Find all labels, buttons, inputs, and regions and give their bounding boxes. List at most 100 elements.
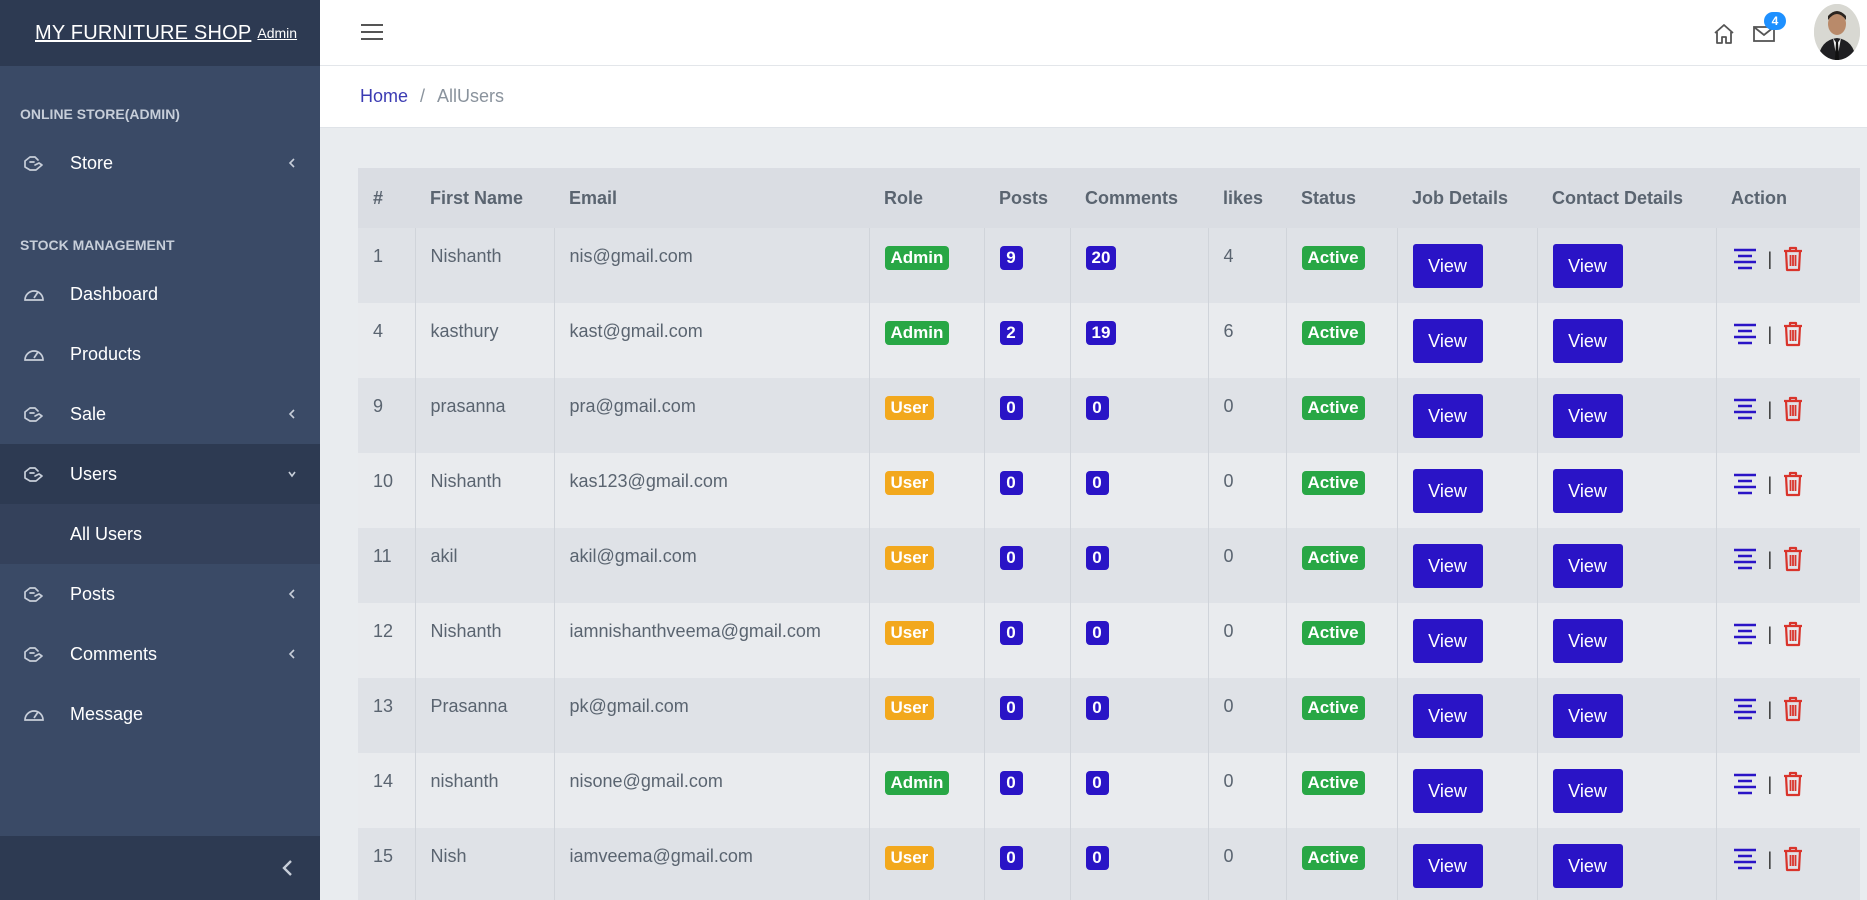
view-contact-details-button[interactable]: View <box>1552 694 1623 738</box>
home-icon[interactable] <box>1712 22 1736 46</box>
cell-action: | <box>1715 453 1860 528</box>
edit-icon[interactable] <box>1732 622 1758 646</box>
trash-icon[interactable] <box>1782 396 1804 422</box>
view-job-details-button[interactable]: View <box>1412 769 1483 813</box>
view-job-details-button[interactable]: View <box>1412 244 1483 288</box>
action-separator: | <box>1767 323 1773 344</box>
trash-icon[interactable] <box>1782 696 1804 722</box>
sidebar-item-products[interactable]: Products <box>0 324 320 384</box>
cell-first-name: Nishanth <box>414 453 554 528</box>
edit-icon[interactable] <box>1732 697 1758 721</box>
menu-icon[interactable] <box>360 22 384 42</box>
cell-email: nisone@gmail.com <box>553 753 869 828</box>
brand-sub[interactable]: Admin <box>257 25 297 41</box>
col-header-likes[interactable]: likes <box>1208 168 1286 228</box>
view-job-details-button[interactable]: View <box>1412 844 1483 888</box>
edit-icon[interactable] <box>1732 322 1758 346</box>
chevron-left-icon[interactable] <box>278 856 298 880</box>
col-header-comments[interactable]: Comments <box>1070 168 1208 228</box>
cell-posts: 0 <box>983 753 1070 828</box>
cell-role: User <box>868 453 984 528</box>
view-contact-details-button[interactable]: View <box>1552 469 1623 513</box>
breadcrumb-current: AllUsers <box>437 86 505 106</box>
trash-icon[interactable] <box>1782 771 1804 797</box>
comments-count-badge: 0 <box>1085 546 1109 570</box>
sidebar-subitem-all-users[interactable]: All Users <box>0 504 320 564</box>
sidebar-item-posts[interactable]: Posts <box>0 564 320 624</box>
view-job-details-button[interactable]: View <box>1412 319 1483 363</box>
sidebar: MY FURNITURE SHOP Admin ONLINE STORE(ADM… <box>0 0 320 900</box>
table-row: 12 Nishanth iamnishanthveema@gmail.com U… <box>358 603 1860 678</box>
col-header-role[interactable]: Role <box>869 168 984 228</box>
comments-count-badge: 19 <box>1085 321 1117 345</box>
sidebar-item-message[interactable]: Message <box>0 684 320 744</box>
status-badge: Active <box>1301 546 1365 570</box>
trash-icon[interactable] <box>1782 621 1804 647</box>
table-row: 15 Nish iamveema@gmail.com User 0 0 0 Ac… <box>358 828 1860 900</box>
view-job-details-button[interactable]: View <box>1412 544 1483 588</box>
hand-icon <box>24 587 43 602</box>
col-header-action[interactable]: Action <box>1716 168 1860 228</box>
sidebar-item-label: Sale <box>70 403 107 424</box>
col-header-email[interactable]: Email <box>554 168 869 228</box>
cell-action: | <box>1715 603 1860 678</box>
trash-icon[interactable] <box>1782 246 1804 272</box>
cell-comments: 0 <box>1069 453 1208 528</box>
view-job-details-button[interactable]: View <box>1412 394 1483 438</box>
cell-job-details: View <box>1396 378 1537 453</box>
edit-icon[interactable] <box>1732 247 1758 271</box>
table-row: 9 prasanna pra@gmail.com User 0 0 0 Acti… <box>358 378 1860 453</box>
edit-icon[interactable] <box>1732 397 1758 421</box>
cell-likes: 6 <box>1207 303 1286 378</box>
gauge-icon <box>24 710 44 721</box>
col-header-status[interactable]: Status <box>1286 168 1397 228</box>
chevron-left-icon <box>288 589 295 599</box>
view-contact-details-button[interactable]: View <box>1552 769 1623 813</box>
action-group: | <box>1732 696 1861 722</box>
sidebar-item-dashboard[interactable]: Dashboard <box>0 264 320 324</box>
sidebar-item-store[interactable]: Store <box>0 133 320 193</box>
avatar[interactable] <box>1814 4 1860 60</box>
col-header-first-name[interactable]: First Name <box>415 168 554 228</box>
view-job-details-button[interactable]: View <box>1412 469 1483 513</box>
view-contact-details-button[interactable]: View <box>1552 244 1623 288</box>
col-header-posts[interactable]: Posts <box>984 168 1070 228</box>
trash-icon[interactable] <box>1782 846 1804 872</box>
view-contact-details-button[interactable]: View <box>1552 619 1623 663</box>
cell-contact-details: View <box>1536 678 1716 753</box>
col-header-job-details[interactable]: Job Details <box>1397 168 1537 228</box>
status-badge: Active <box>1301 771 1365 795</box>
edit-icon[interactable] <box>1732 547 1758 571</box>
view-contact-details-button[interactable]: View <box>1552 544 1623 588</box>
trash-icon[interactable] <box>1782 546 1804 572</box>
col-header-id[interactable]: # <box>358 168 415 228</box>
view-contact-details-button[interactable]: View <box>1552 319 1623 363</box>
view-job-details-button[interactable]: View <box>1412 694 1483 738</box>
col-header-contact-details[interactable]: Contact Details <box>1537 168 1716 228</box>
cell-email: akil@gmail.com <box>553 528 869 603</box>
edit-icon[interactable] <box>1732 847 1758 871</box>
action-separator: | <box>1767 773 1773 794</box>
users-table: # First Name Email Role Posts Comments l… <box>358 168 1860 900</box>
breadcrumb-home[interactable]: Home <box>360 86 408 107</box>
posts-count-badge: 2 <box>999 321 1023 345</box>
action-group: | <box>1732 846 1861 872</box>
view-contact-details-button[interactable]: View <box>1552 844 1623 888</box>
sidebar-item-comments[interactable]: Comments <box>0 624 320 684</box>
cell-email: iamnishanthveema@gmail.com <box>553 603 869 678</box>
cell-first-name: nishanth <box>414 753 554 828</box>
view-contact-details-button[interactable]: View <box>1552 394 1623 438</box>
brand-name[interactable]: MY FURNITURE SHOP <box>35 22 251 45</box>
sidebar-item-users[interactable]: Users <box>0 444 320 504</box>
sidebar-item-label: Users <box>70 463 118 484</box>
view-job-details-button[interactable]: View <box>1412 619 1483 663</box>
role-badge: User <box>884 396 935 420</box>
cell-contact-details: View <box>1536 753 1716 828</box>
status-badge: Active <box>1301 696 1365 720</box>
role-badge: Admin <box>884 771 950 795</box>
sidebar-item-sale[interactable]: Sale <box>0 384 320 444</box>
trash-icon[interactable] <box>1782 321 1804 347</box>
edit-icon[interactable] <box>1732 472 1758 496</box>
edit-icon[interactable] <box>1732 772 1758 796</box>
trash-icon[interactable] <box>1782 471 1804 497</box>
